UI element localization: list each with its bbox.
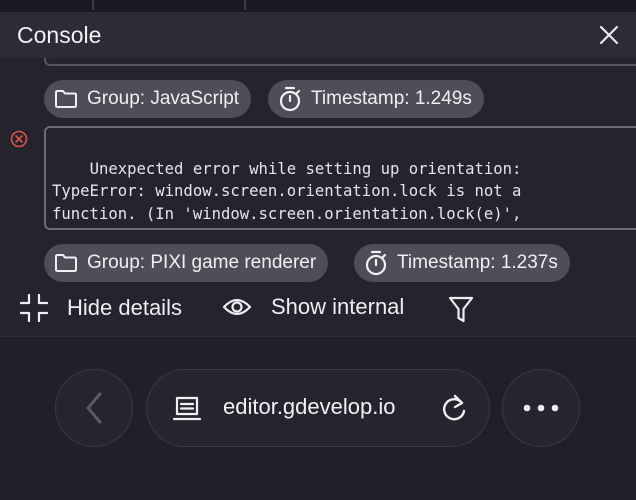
hide-details-label: Hide details — [67, 295, 182, 320]
hide-details-button[interactable]: Hide details — [20, 294, 182, 322]
console-header: Console — [0, 12, 636, 58]
folder-icon — [55, 254, 77, 272]
page-icon — [173, 396, 201, 421]
more-icon — [523, 404, 559, 412]
show-internal-button[interactable]: Show internal — [222, 294, 404, 320]
back-button[interactable] — [55, 369, 133, 447]
sliver-tick — [92, 0, 94, 10]
back-arrow-icon — [86, 392, 102, 424]
error-message-box[interactable]: Unexpected error while setting up orient… — [44, 126, 636, 230]
url-text: editor.gdevelop.io — [223, 394, 396, 419]
timestamp-chip: Timestamp: 1.237s — [354, 244, 570, 282]
group-chip: Group: JavaScript — [44, 80, 252, 118]
stopwatch-icon — [365, 250, 387, 276]
close-icon — [599, 25, 619, 45]
folder-icon — [55, 90, 77, 108]
eye-icon — [222, 298, 252, 316]
close-button[interactable] — [596, 22, 622, 48]
sliver-tick — [244, 0, 246, 10]
show-internal-label: Show internal — [271, 294, 405, 319]
browser-toolbar: editor.gdevelop.io — [0, 336, 636, 500]
console-title: Console — [17, 22, 102, 48]
more-button[interactable] — [502, 369, 580, 447]
filter-button[interactable] — [448, 296, 474, 324]
timestamp-label: Timestamp: 1.249s — [311, 88, 472, 109]
group-label: Group: JavaScript — [87, 88, 240, 109]
group-chip: Group: PIXI game renderer — [44, 244, 329, 282]
console-panel: Console Group: JavaScript Timestamp: 1.2… — [0, 12, 636, 336]
address-bar[interactable]: editor.gdevelop.io — [146, 369, 490, 447]
filter-icon — [448, 296, 474, 323]
collapse-icon — [20, 294, 48, 322]
error-circle-icon — [10, 130, 28, 148]
stopwatch-icon — [279, 86, 301, 112]
top-sliver — [0, 0, 636, 12]
previous-log-box — [44, 58, 636, 66]
error-message: Unexpected error while setting up orient… — [52, 159, 522, 229]
timestamp-label: Timestamp: 1.237s — [397, 252, 558, 273]
reload-icon[interactable] — [440, 394, 468, 424]
timestamp-chip: Timestamp: 1.249s — [268, 80, 484, 118]
group-label: Group: PIXI game renderer — [87, 252, 317, 273]
